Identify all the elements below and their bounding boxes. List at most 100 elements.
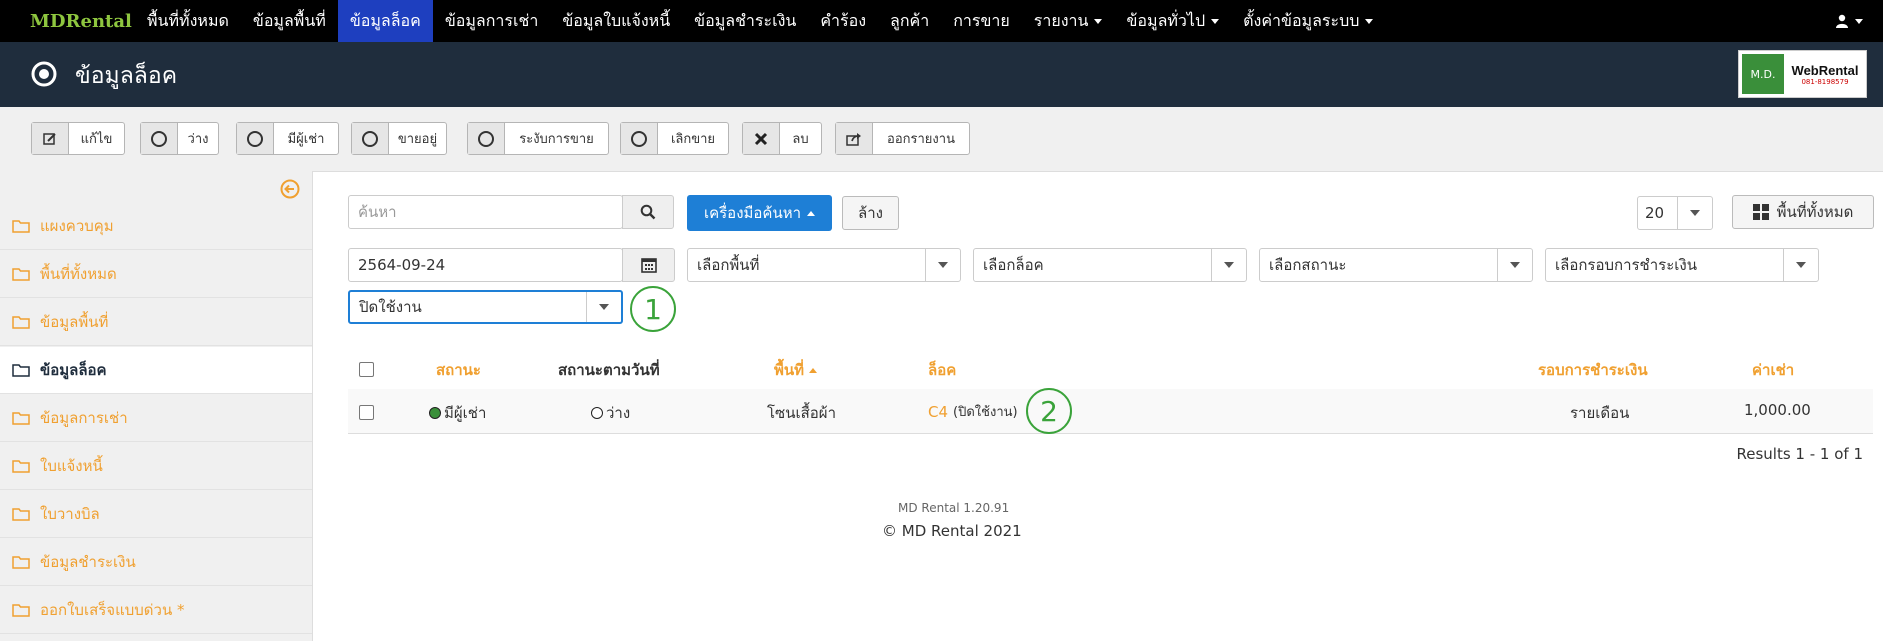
- search-placeholder: ค้นหา: [358, 203, 397, 221]
- sidebar-item-label: ออกใบเสร็จแบบด่วน *: [40, 601, 185, 619]
- chevron-down-icon: [1677, 197, 1712, 229]
- nav-item-customers[interactable]: ลูกค้า: [878, 0, 941, 42]
- column-status-by-date[interactable]: สถานะตามวันที่: [558, 358, 660, 382]
- table-row[interactable]: มีผู้เช่า ว่าง โซนเสื้อผ้า C4 (ปิดใช้งาน…: [348, 389, 1873, 434]
- sidebar-item-quick-receipt[interactable]: ออกใบเสร็จแบบด่วน *: [0, 587, 312, 634]
- column-area-label: พื้นที่: [774, 361, 805, 379]
- logo-text-block: WebRental 081-8198579: [1784, 63, 1866, 86]
- nav-item-rental-info[interactable]: ข้อมูลการเช่า: [433, 0, 550, 42]
- nav-item-sales[interactable]: การขาย: [941, 0, 1022, 42]
- circle-icon: [237, 123, 274, 154]
- folder-icon: [12, 268, 30, 281]
- delete-button[interactable]: ลบ: [742, 122, 822, 155]
- user-menu[interactable]: [1835, 0, 1863, 42]
- row-lock: C4 (ปิดใช้งาน): [928, 401, 1018, 422]
- action-toolbar: แก้ไข ว่าง มีผู้เช่า ขายอยู่ ระงับการขาย…: [0, 107, 1883, 172]
- sidebar-item-label: ใบแจ้งหนี้: [40, 457, 103, 475]
- suspend-sale-button[interactable]: ระงับการขาย: [467, 122, 609, 155]
- set-vacant-button[interactable]: ว่าง: [140, 122, 219, 155]
- stop-sale-label: เลิกขาย: [670, 132, 716, 147]
- grid-icon: [1752, 204, 1769, 220]
- nav-item-reports[interactable]: รายงาน: [1022, 0, 1115, 42]
- folder-icon: [12, 412, 30, 425]
- share-export-icon: [836, 123, 873, 154]
- circle-icon: [468, 123, 505, 154]
- results-count: Results 1 - 1 of 1: [1736, 445, 1863, 463]
- sidebar: แผงควบคุม พื้นที่ทั้งหมด ข้อมูลพื้นที่ ข…: [0, 171, 313, 641]
- lock-select[interactable]: เลือกล็อค: [973, 248, 1247, 282]
- nav-item-system-settings-label: ตั้งค่าข้อมูลระบบ: [1243, 11, 1360, 30]
- column-status[interactable]: สถานะ: [436, 358, 481, 382]
- payment-cycle-select[interactable]: เลือกรอบการชำระเงิน: [1545, 248, 1819, 282]
- page-size-select[interactable]: 20: [1637, 196, 1713, 230]
- brand-logo-text[interactable]: MDRental: [30, 11, 132, 32]
- clear-button[interactable]: ล้าง: [842, 196, 899, 230]
- caret-down-icon: [1365, 19, 1374, 24]
- sidebar-item-label: ใบวางบิล: [40, 505, 100, 523]
- chevron-down-icon: [925, 249, 960, 281]
- nav-item-system-settings[interactable]: ตั้งค่าข้อมูลระบบ: [1231, 0, 1385, 42]
- all-areas-button[interactable]: พื้นที่ทั้งหมด: [1732, 195, 1874, 229]
- collapse-sidebar-icon[interactable]: [280, 179, 300, 199]
- edit-button[interactable]: แก้ไข: [31, 122, 125, 155]
- nav-item-requests[interactable]: คำร้อง: [808, 0, 878, 42]
- select-all-checkbox[interactable]: [359, 362, 374, 377]
- date-input[interactable]: 2564-09-24: [348, 248, 623, 282]
- search-button[interactable]: [622, 195, 674, 229]
- sidebar-item-area-info[interactable]: ข้อมูลพื้นที่: [0, 299, 312, 346]
- sidebar-item-dashboard[interactable]: แผงควบคุม: [0, 203, 312, 250]
- search-tools-label: เครื่องมือค้นหา: [703, 204, 802, 222]
- sidebar-item-label: ข้อมูลพื้นที่: [40, 313, 109, 331]
- row-status: มีผู้เช่า: [429, 401, 486, 425]
- sidebar-item-all-areas[interactable]: พื้นที่ทั้งหมด: [0, 251, 312, 298]
- status-occupied-dot-icon: [429, 407, 441, 419]
- status-vacant-dot-icon: [591, 407, 603, 419]
- nav-item-area-info[interactable]: ข้อมูลพื้นที่: [241, 0, 338, 42]
- row-status-text: มีผู้เช่า: [444, 404, 487, 422]
- status-select[interactable]: เลือกสถานะ: [1259, 248, 1533, 282]
- row-area: โซนเสื้อผ้า: [767, 404, 836, 422]
- nav-item-general-info[interactable]: ข้อมูลทั่วไป: [1114, 0, 1231, 42]
- sidebar-item-billing[interactable]: ใบวางบิล: [0, 491, 312, 538]
- sidebar-item-label: พื้นที่ทั้งหมด: [40, 265, 117, 283]
- sidebar-item-payment-info[interactable]: ข้อมูลชำระเงิน: [0, 539, 312, 586]
- area-select[interactable]: เลือกพื้นที่: [687, 248, 961, 282]
- chevron-down-icon: [1497, 249, 1532, 281]
- search-tools-button[interactable]: เครื่องมือค้นหา: [687, 195, 832, 231]
- active-status-select[interactable]: ปิดใช้งาน: [348, 290, 623, 324]
- sidebar-item-lock-info[interactable]: ข้อมูลล็อค: [0, 347, 312, 394]
- calendar-button[interactable]: [622, 248, 675, 282]
- folder-icon: [12, 316, 30, 329]
- nav-item-invoice-info[interactable]: ข้อมูลใบแจ้งหนี้: [550, 0, 682, 42]
- calendar-icon: [640, 258, 657, 273]
- row-lock-note: (ปิดใช้งาน): [953, 405, 1018, 420]
- column-area[interactable]: พื้นที่: [774, 358, 818, 382]
- nav-item-all-areas[interactable]: พื้นที่ทั้งหมด: [135, 0, 241, 42]
- column-rent[interactable]: ค่าเช่า: [1752, 358, 1794, 382]
- callout-1: 1: [630, 286, 676, 332]
- export-label: ออกรายงาน: [887, 132, 955, 147]
- export-report-button[interactable]: ออกรายงาน: [835, 122, 970, 155]
- active-status-value: ปิดใช้งาน: [359, 298, 422, 316]
- row-status-by-date: ว่าง: [591, 401, 630, 425]
- set-selling-button[interactable]: ขายอยู่: [351, 122, 447, 155]
- nav-item-payment-info[interactable]: ข้อมูลชำระเงิน: [682, 0, 808, 42]
- row-lock-link[interactable]: C4: [928, 403, 948, 421]
- payment-cycle-select-placeholder: เลือกรอบการชำระเงิน: [1555, 256, 1697, 274]
- sidebar-item-label: แผงควบคุม: [40, 217, 114, 235]
- sidebar-item-invoices[interactable]: ใบแจ้งหนี้: [0, 443, 312, 490]
- nav-item-lock-info[interactable]: ข้อมูลล็อค: [337, 0, 433, 42]
- set-occupied-button[interactable]: มีผู้เช่า: [236, 122, 339, 155]
- search-input[interactable]: ค้นหา: [348, 195, 623, 229]
- sidebar-item-rental-info[interactable]: ข้อมูลการเช่า: [0, 395, 312, 442]
- column-payment-cycle[interactable]: รอบการชำระเงิน: [1538, 358, 1648, 382]
- radio-circle-icon: [31, 61, 57, 87]
- column-lock[interactable]: ล็อค: [928, 358, 956, 382]
- nav-item-general-info-label: ข้อมูลทั่วไป: [1126, 11, 1206, 30]
- date-value: 2564-09-24: [358, 256, 446, 274]
- chevron-down-icon: [586, 292, 621, 322]
- row-checkbox[interactable]: [359, 405, 374, 420]
- vacant-label: ว่าง: [187, 132, 209, 147]
- stop-sale-button[interactable]: เลิกขาย: [620, 122, 729, 155]
- occupied-label: มีผู้เช่า: [287, 132, 325, 147]
